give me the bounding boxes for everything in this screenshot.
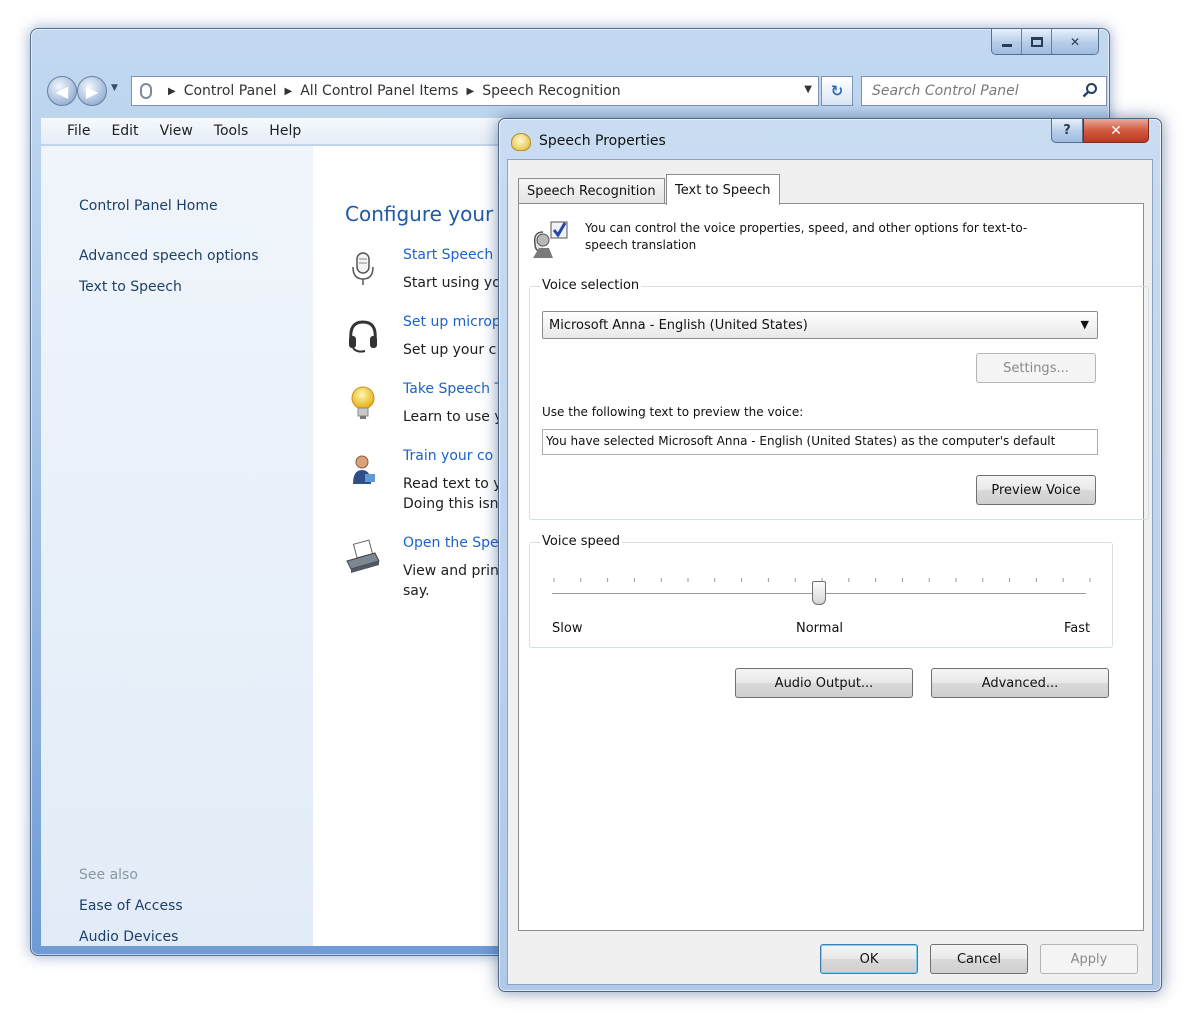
preview-text-field[interactable]: You have selected Microsoft Anna - Engli…	[542, 429, 1098, 455]
dialog-client-area: Speech Recognition Text to Speech You ca…	[507, 159, 1153, 985]
audio-devices-link[interactable]: Audio Devices	[79, 929, 178, 945]
ok-button[interactable]: OK	[820, 944, 918, 974]
search-input[interactable]: Search Control Panel	[861, 76, 1107, 106]
task-description: Set up your c	[403, 342, 497, 358]
speed-fast-label: Fast	[1064, 621, 1091, 636]
dialog-close-button[interactable]: ✕	[1083, 119, 1149, 143]
voice-speed-label: Voice speed	[540, 534, 622, 549]
voice-speed-slider-thumb[interactable]	[812, 581, 826, 605]
open-speech-reference-link[interactable]: Open the Spe	[403, 535, 499, 551]
text-to-speech-tab-page: You can control the voice properties, sp…	[518, 203, 1149, 931]
headset-icon	[349, 320, 377, 353]
task-description: Read text to y Doing this isn	[403, 474, 502, 514]
speech-microphone-icon	[140, 83, 152, 99]
microphone-icon	[352, 252, 374, 285]
search-icon[interactable]	[1082, 82, 1098, 98]
breadcrumb-control-panel[interactable]: Control Panel	[184, 83, 277, 99]
address-dropdown-icon[interactable]: ▼	[804, 84, 812, 95]
advanced-button[interactable]: Advanced...	[931, 668, 1109, 698]
recent-pages-dropdown-icon[interactable]: ▼	[111, 83, 118, 93]
printer-icon	[346, 539, 380, 573]
menu-file[interactable]: File	[67, 123, 90, 139]
text-to-speech-icon	[533, 221, 568, 258]
close-icon: ✕	[1110, 122, 1122, 139]
breadcrumb-separator-icon[interactable]: ▶	[285, 86, 293, 97]
voice-select-value: Microsoft Anna - English (United States)	[549, 317, 808, 333]
start-speech-recognition-link[interactable]: Start Speech R	[403, 247, 507, 263]
breadcrumb-separator-icon[interactable]: ▶	[466, 86, 474, 97]
task-description: View and prin say.	[403, 561, 499, 601]
speech-properties-dialog: Speech Properties ? ✕ Speech Recognition…	[498, 118, 1162, 992]
dialog-title: Speech Properties	[539, 133, 666, 149]
control-panel-home-link[interactable]: Control Panel Home	[79, 198, 218, 214]
breadcrumb-separator-icon[interactable]: ▶	[168, 86, 176, 97]
speed-slow-label: Slow	[552, 621, 583, 636]
breadcrumb-speech-recognition[interactable]: Speech Recognition	[482, 83, 620, 99]
user-icon	[353, 455, 375, 484]
menu-view[interactable]: View	[160, 123, 193, 139]
take-speech-tutorial-link[interactable]: Take Speech T	[403, 381, 503, 397]
task-description-line: Read text to y	[403, 476, 502, 492]
navigation-row: ◀ ▶ ▼ ▶ Control Panel ▶ All Control Pane…	[41, 73, 1107, 109]
lightbulb-icon	[351, 386, 375, 419]
ease-of-access-link[interactable]: Ease of Access	[79, 898, 183, 914]
train-computer-link[interactable]: Train your co	[403, 448, 493, 464]
speech-balloon-icon	[511, 133, 531, 151]
breadcrumb-all-items[interactable]: All Control Panel Items	[300, 83, 458, 99]
forward-button[interactable]: ▶	[77, 76, 107, 106]
voice-selection-label: Voice selection	[540, 278, 642, 293]
text-to-speech-link[interactable]: Text to Speech	[79, 279, 182, 295]
task-description: Start using yo	[403, 275, 501, 291]
voice-speed-group: Voice speed Slow Normal Fast	[529, 534, 1113, 648]
preview-voice-button[interactable]: Preview Voice	[976, 475, 1096, 505]
tab-text-to-speech[interactable]: Text to Speech	[666, 174, 780, 205]
tab-speech-recognition[interactable]: Speech Recognition	[518, 178, 665, 204]
close-icon: ✕	[1069, 34, 1081, 49]
minimize-icon	[1001, 44, 1012, 47]
refresh-button[interactable]: ↻	[821, 76, 853, 106]
left-navigation-pane: Control Panel Home Advanced speech optio…	[41, 146, 313, 946]
voice-select[interactable]: Microsoft Anna - English (United States)…	[542, 311, 1098, 339]
refresh-icon: ↻	[830, 82, 844, 100]
back-button[interactable]: ◀	[47, 76, 77, 106]
task-description-line: Doing this isn	[403, 496, 499, 512]
maximize-icon	[1030, 36, 1043, 47]
speed-normal-label: Normal	[796, 621, 844, 636]
intro-text: You can control the voice properties, sp…	[585, 221, 1028, 252]
task-description-line: say.	[403, 583, 430, 599]
see-also-label: See also	[79, 867, 138, 883]
minimize-button[interactable]	[992, 29, 1022, 54]
menu-edit[interactable]: Edit	[111, 123, 138, 139]
help-icon: ?	[1063, 123, 1071, 138]
set-up-microphone-link[interactable]: Set up microp	[403, 314, 501, 330]
chevron-down-icon: ▼	[1080, 318, 1089, 331]
address-bar[interactable]: ▶ Control Panel ▶ All Control Panel Item…	[131, 76, 819, 106]
preview-text-label: Use the following text to preview the vo…	[542, 405, 804, 419]
back-arrow-icon: ◀	[55, 81, 69, 101]
task-description: Learn to use y	[403, 409, 503, 425]
menu-help[interactable]: Help	[269, 123, 301, 139]
task-description-line: View and prin	[403, 563, 499, 579]
apply-button[interactable]: Apply	[1040, 944, 1138, 974]
cancel-button[interactable]: Cancel	[930, 944, 1028, 974]
help-button[interactable]: ?	[1051, 119, 1083, 143]
forward-arrow-icon: ▶	[85, 81, 99, 101]
page-title: Configure your S	[345, 202, 513, 226]
search-placeholder: Search Control Panel	[872, 83, 1019, 99]
audio-output-button[interactable]: Audio Output...	[735, 668, 913, 698]
advanced-speech-options-link[interactable]: Advanced speech options	[79, 248, 259, 264]
maximize-button[interactable]	[1022, 29, 1052, 54]
window-caption-buttons: ✕	[991, 29, 1099, 55]
menu-tools[interactable]: Tools	[214, 123, 249, 139]
voice-selection-group: Voice selection Microsoft Anna - English…	[529, 278, 1149, 520]
settings-button[interactable]: Settings...	[976, 353, 1096, 383]
window-close-button[interactable]: ✕	[1052, 29, 1098, 54]
